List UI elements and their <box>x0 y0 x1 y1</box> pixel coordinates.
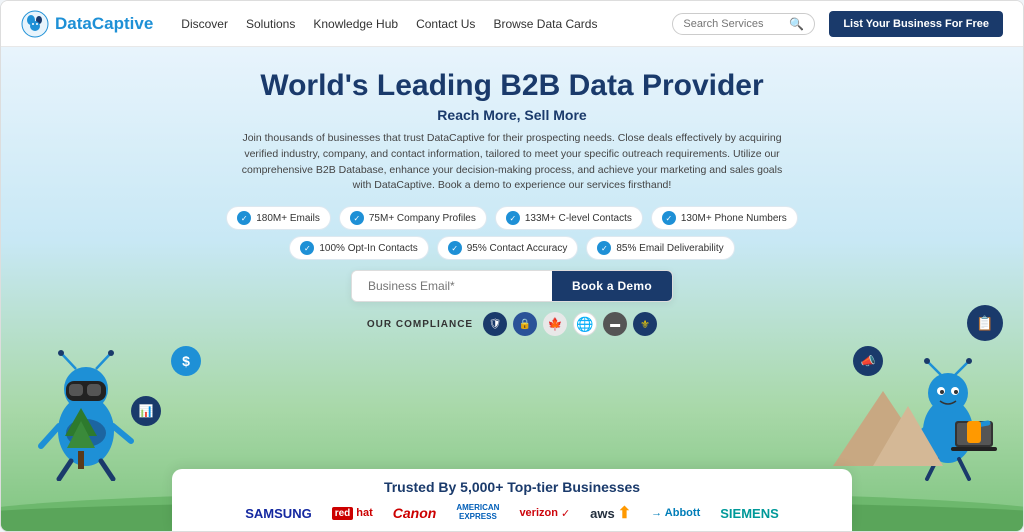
badge-clevel: ✓ 133M+ C-level Contacts <box>495 206 643 230</box>
compliance-color-icon: 🌐 <box>573 312 597 336</box>
nav-contact[interactable]: Contact Us <box>416 17 475 31</box>
nav-knowledge[interactable]: Knowledge Hub <box>313 17 398 31</box>
check-icon: ✓ <box>448 241 462 255</box>
page-wrapper: DataCaptive Discover Solutions Knowledge… <box>0 0 1024 532</box>
logo-icon <box>21 10 49 38</box>
logo-text: DataCaptive <box>55 14 153 34</box>
canada-icon: 🍁 <box>543 312 567 336</box>
list-business-button[interactable]: List Your Business For Free <box>829 11 1003 37</box>
badge-optin: ✓ 100% Opt-In Contacts <box>289 236 428 260</box>
hero-title: World's Leading B2B Data Provider <box>260 69 763 103</box>
badge-company-profiles: ✓ 75M+ Company Profiles <box>339 206 487 230</box>
logo[interactable]: DataCaptive <box>21 10 153 38</box>
badge-deliverability: ✓ 85% Email Deliverability <box>586 236 734 260</box>
mountain-decoration <box>823 386 943 471</box>
brand-abbott: → Abbott <box>651 507 700 519</box>
nav-browse[interactable]: Browse Data Cards <box>493 17 597 31</box>
gdpr-shield-icon: 🛡 <box>483 312 507 336</box>
brand-redhat: redhat <box>332 507 373 520</box>
email-input[interactable] <box>352 271 552 301</box>
dollar-icon: $ <box>171 346 201 376</box>
brand-siemens: SIEMENS <box>720 506 779 521</box>
badge-accuracy: ✓ 95% Contact Accuracy <box>437 236 579 260</box>
compliance-row: OUR COMPLIANCE 🛡 🔒 🍁 🌐 ▬ ⚜ <box>367 312 657 336</box>
chart-icon: 📊 <box>131 396 161 426</box>
hero-section: World's Leading B2B Data Provider Reach … <box>1 47 1023 531</box>
check-icon: ✓ <box>662 211 676 225</box>
book-demo-button[interactable]: Book a Demo <box>552 271 672 301</box>
nav-discover[interactable]: Discover <box>181 17 228 31</box>
clipboard-icon: 📋 <box>967 305 1003 341</box>
compliance-label: OUR COMPLIANCE <box>367 319 473 330</box>
badge-phones: ✓ 130M+ Phone Numbers <box>651 206 798 230</box>
brand-logos: SAMSUNG redhat Canon AMERICANEXPRESS ver… <box>196 503 828 523</box>
search-icon: 🔍 <box>789 17 804 31</box>
tree-decoration <box>61 406 101 476</box>
eagle-seal-icon: ⚜ <box>633 312 657 336</box>
brand-verizon: verizon✓ <box>519 507 570 520</box>
hero-description: Join thousands of businesses that trust … <box>232 131 792 194</box>
search-input[interactable] <box>683 18 783 30</box>
badges-row-2: ✓ 100% Opt-In Contacts ✓ 95% Contact Acc… <box>289 236 734 260</box>
trusted-title: Trusted By 5,000+ Top-tier Businesses <box>196 479 828 495</box>
hero-subtitle: Reach More, Sell More <box>437 107 586 123</box>
search-bar: 🔍 <box>672 13 815 35</box>
trusted-section: Trusted By 5,000+ Top-tier Businesses SA… <box>172 469 852 531</box>
check-icon: ✓ <box>597 241 611 255</box>
check-icon: ✓ <box>237 211 251 225</box>
brand-aws: aws ⬆ <box>590 503 631 523</box>
email-form: Book a Demo <box>351 270 673 302</box>
navbar: DataCaptive Discover Solutions Knowledge… <box>1 1 1023 47</box>
check-icon: ✓ <box>300 241 314 255</box>
check-icon: ✓ <box>350 211 364 225</box>
check-icon: ✓ <box>506 211 520 225</box>
brand-canon: Canon <box>393 505 437 521</box>
compliance-icons: 🛡 🔒 🍁 🌐 ▬ ⚜ <box>483 312 657 336</box>
nav-links: Discover Solutions Knowledge Hub Contact… <box>181 17 672 31</box>
nav-solutions[interactable]: Solutions <box>246 17 295 31</box>
compliance-badge-icon: 🔒 <box>513 312 537 336</box>
badges-row-1: ✓ 180M+ Emails ✓ 75M+ Company Profiles ✓… <box>226 206 798 230</box>
brand-samsung: SAMSUNG <box>245 506 311 521</box>
brand-american-express: AMERICANEXPRESS <box>456 504 499 522</box>
badge-emails: ✓ 180M+ Emails <box>226 206 331 230</box>
megaphone-icon: 📣 <box>853 346 883 376</box>
compliance-gray-icon: ▬ <box>603 312 627 336</box>
